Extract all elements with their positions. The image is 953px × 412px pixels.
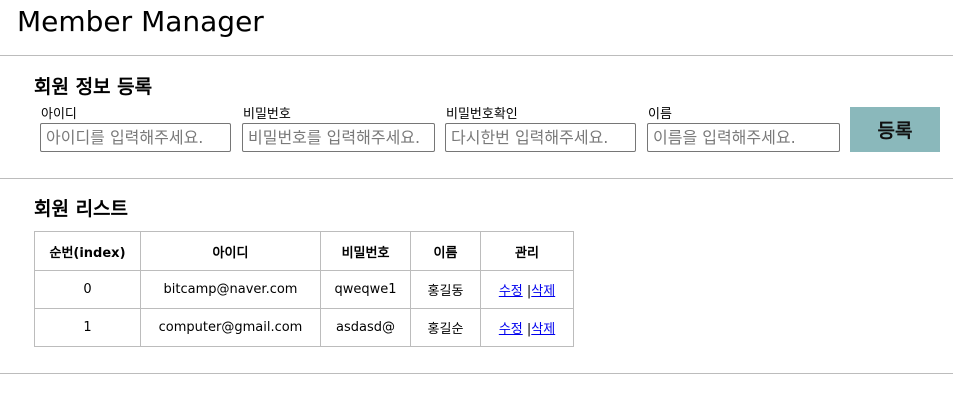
cell-password: qweqwe1	[320, 270, 411, 309]
member-table: 순번(index) 아이디 비밀번호 이름 관리 0 bitcamp@naver…	[34, 231, 574, 347]
divider-top	[0, 55, 953, 56]
edit-link[interactable]: 수정	[499, 284, 523, 299]
cell-name: 홍길순	[410, 308, 481, 347]
password-confirm-input[interactable]	[445, 123, 636, 152]
column-header-name: 이름	[410, 231, 481, 271]
cell-manage: 수정 |삭제	[480, 308, 574, 347]
column-header-id: 아이디	[140, 231, 321, 271]
divider-middle	[0, 178, 953, 179]
table-row: 1 computer@gmail.com asdasd@ 홍길순 수정 |삭제	[34, 308, 574, 347]
column-header-manage: 관리	[480, 231, 574, 271]
password-field-group: 비밀번호	[242, 107, 435, 152]
cell-name: 홍길동	[410, 270, 481, 309]
table-header-row: 순번(index) 아이디 비밀번호 이름 관리	[34, 231, 574, 271]
id-label: 아이디	[41, 107, 77, 122]
password-confirm-field-group: 비밀번호확인	[445, 107, 636, 152]
app-title: Member Manager	[17, 5, 264, 38]
id-input[interactable]	[40, 123, 231, 152]
name-field-group: 이름	[647, 107, 840, 152]
cell-index: 1	[34, 308, 141, 347]
cell-password: asdasd@	[320, 308, 411, 347]
name-label: 이름	[648, 107, 672, 122]
delete-link[interactable]: 삭제	[531, 284, 555, 299]
password-confirm-label: 비밀번호확인	[446, 107, 518, 122]
column-header-password: 비밀번호	[320, 231, 411, 271]
list-section-title: 회원 리스트	[34, 198, 129, 220]
register-section-title: 회원 정보 등록	[34, 76, 153, 98]
cell-manage: 수정 |삭제	[480, 270, 574, 309]
delete-link[interactable]: 삭제	[531, 322, 555, 337]
edit-link[interactable]: 수정	[499, 322, 523, 337]
cell-id: bitcamp@naver.com	[140, 270, 321, 309]
register-button[interactable]: 등록	[850, 107, 940, 152]
column-header-index: 순번(index)	[34, 231, 141, 271]
cell-index: 0	[34, 270, 141, 309]
table-row: 0 bitcamp@naver.com qweqwe1 홍길동 수정 |삭제	[34, 270, 574, 309]
name-input[interactable]	[647, 123, 840, 152]
divider-bottom	[0, 373, 953, 374]
id-field-group: 아이디	[40, 107, 231, 152]
password-label: 비밀번호	[243, 107, 291, 122]
password-input[interactable]	[242, 123, 435, 152]
cell-id: computer@gmail.com	[140, 308, 321, 347]
